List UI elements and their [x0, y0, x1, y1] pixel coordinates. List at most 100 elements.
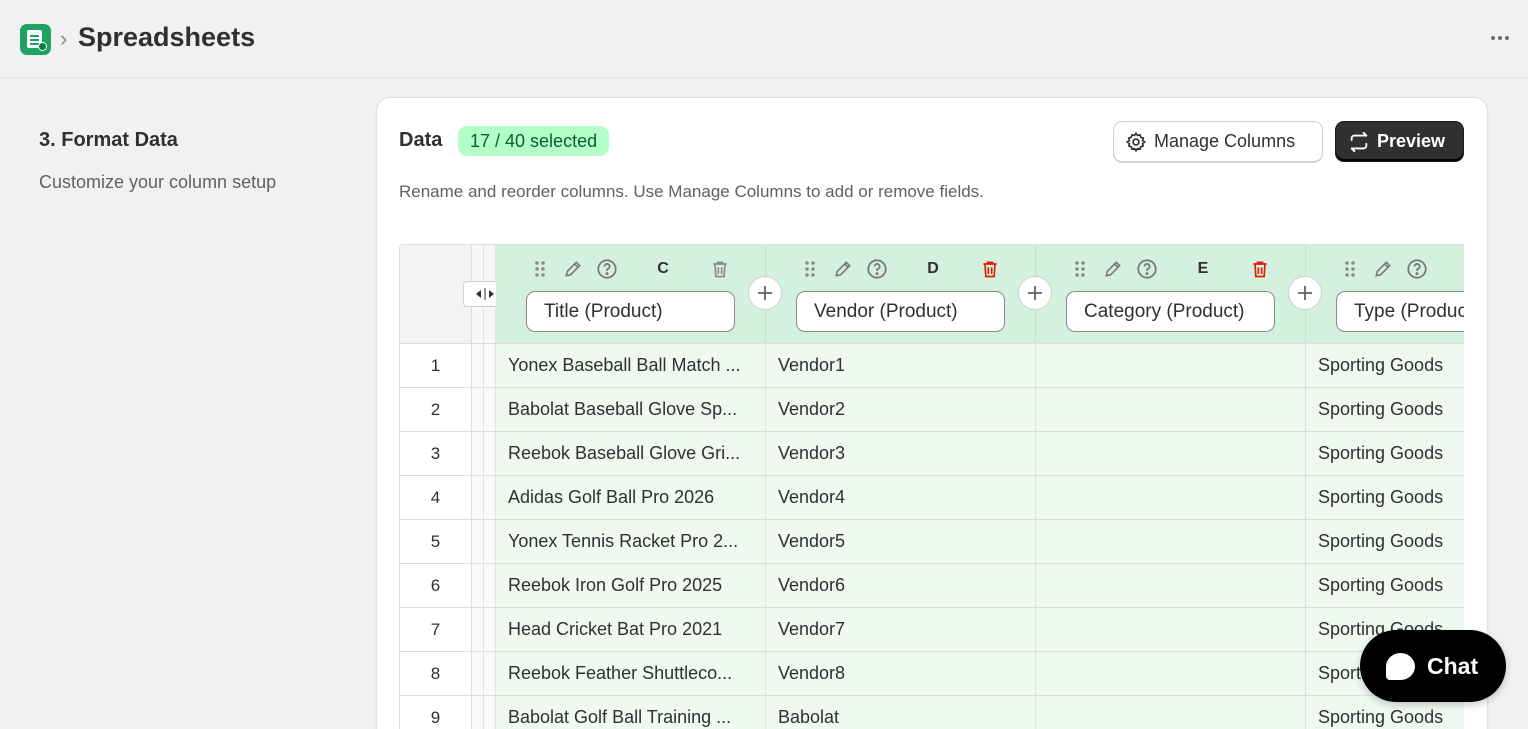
more-options-icon[interactable]	[1488, 26, 1512, 50]
spacer-cell	[484, 520, 496, 564]
spacer-cell	[484, 388, 496, 432]
spacer-cell	[472, 564, 484, 608]
drag-handle-icon[interactable]	[1338, 257, 1362, 281]
help-icon[interactable]	[1135, 257, 1159, 281]
plus-icon	[1298, 286, 1312, 300]
spacer-cell	[484, 344, 496, 388]
row-number: 3	[400, 432, 472, 476]
drag-handle-icon[interactable]	[1068, 257, 1092, 281]
spacer-cell	[472, 432, 484, 476]
table-cell: Vendor3	[766, 432, 1036, 476]
table-cell: Vendor4	[766, 476, 1036, 520]
row-number: 9	[400, 696, 472, 729]
column-header-e: E Category (Product)	[1036, 245, 1306, 343]
pencil-icon[interactable]	[1371, 257, 1395, 281]
column-header-c: C Title (Product)	[496, 245, 766, 343]
column-name-input[interactable]: Category (Product)	[1066, 291, 1275, 332]
selected-count-badge: 17 / 40 selected	[458, 126, 610, 156]
table-cell: Babolat	[766, 696, 1036, 729]
table-cell: Sporting Goods	[1306, 432, 1464, 476]
row-number-header	[400, 245, 472, 343]
help-icon[interactable]	[1405, 257, 1429, 281]
table-cell	[1036, 652, 1306, 696]
table-row: 1 Yonex Baseball Ball Match ... Vendor1 Spo…	[400, 343, 1464, 388]
row-number: 8	[400, 652, 472, 696]
chat-button[interactable]: Chat	[1360, 630, 1506, 702]
spreadsheet-app-icon[interactable]	[20, 24, 51, 55]
table-cell	[1036, 564, 1306, 608]
preview-button[interactable]: Preview	[1335, 121, 1464, 162]
table-cell	[1036, 344, 1306, 388]
add-column-button[interactable]	[1018, 276, 1052, 310]
table-row: 3 Reebok Baseball Glove Gri... Vendor3 Spor…	[400, 431, 1464, 476]
spacer-cell	[484, 564, 496, 608]
card-description: Rename and reorder columns. Use Manage C…	[399, 182, 984, 201]
spacer-cell	[472, 520, 484, 564]
table-cell: Vendor2	[766, 388, 1036, 432]
table-cell: Vendor1	[766, 344, 1036, 388]
grid-header-row: C Title (Product) D Vendor (Product) E C…	[400, 245, 1464, 729]
breadcrumb-separator: ›	[60, 26, 68, 51]
drag-handle-icon[interactable]	[528, 257, 552, 281]
table-cell: Vendor7	[766, 608, 1036, 652]
column-letter: C	[657, 260, 669, 277]
card-title: Data	[399, 129, 443, 151]
column-header-d: D Vendor (Product)	[766, 245, 1036, 343]
chat-bubble-icon	[1386, 652, 1415, 680]
spacer-cell	[472, 652, 484, 696]
manage-columns-label: Manage Columns	[1154, 131, 1296, 151]
pencil-icon[interactable]	[1101, 257, 1125, 281]
help-icon[interactable]	[595, 257, 619, 281]
table-cell: Head Cricket Bat Pro 2021	[496, 608, 766, 652]
column-name-input[interactable]: Vendor (Product)	[796, 291, 1005, 332]
gear-icon	[1125, 131, 1147, 152]
table-cell: Reebok Feather Shuttleco...	[496, 652, 766, 696]
table-cell: Sporting Goods	[1306, 520, 1464, 564]
table-row: 7 Head Cricket Bat Pro 2021 Vendor7 Sportin…	[400, 607, 1464, 652]
spacer-cell	[484, 696, 496, 729]
table-cell: Sporting Goods	[1306, 388, 1464, 432]
table-cell: Reebok Iron Golf Pro 2025	[496, 564, 766, 608]
page-title: Spreadsheets	[78, 22, 256, 52]
table-cell: Sporting Goods	[1306, 564, 1464, 608]
drag-handle-icon[interactable]	[798, 257, 822, 281]
plus-icon	[1028, 286, 1042, 300]
table-row: 9 Babolat Golf Ball Training ... Babolat Sp…	[400, 695, 1464, 729]
table-cell: Babolat Baseball Glove Sp...	[496, 388, 766, 432]
table-cell: Babolat Golf Ball Training ...	[496, 696, 766, 729]
trash-icon[interactable]	[978, 257, 1002, 281]
table-cell: Vendor8	[766, 652, 1036, 696]
table-cell	[1036, 608, 1306, 652]
expand-collapse-icon	[476, 288, 494, 300]
table-cell: Adidas Golf Ball Pro 2026	[496, 476, 766, 520]
top-bar: › Spreadsheets	[0, 0, 1528, 78]
column-name-input[interactable]: Title (Product)	[526, 291, 735, 332]
columns-grid: C Title (Product) D Vendor (Product) E C…	[399, 244, 1464, 729]
trash-icon[interactable]	[708, 257, 732, 281]
table-cell	[1036, 696, 1306, 729]
spacer-cell	[472, 344, 484, 388]
row-number: 5	[400, 520, 472, 564]
add-column-button[interactable]	[748, 276, 782, 310]
plus-icon	[758, 286, 772, 300]
row-number: 6	[400, 564, 472, 608]
column-name-input[interactable]: Type (Product)	[1336, 291, 1464, 332]
pencil-icon[interactable]	[561, 257, 585, 281]
table-cell	[1036, 476, 1306, 520]
row-number: 1	[400, 344, 472, 388]
column-letter: D	[927, 260, 939, 277]
step-title: 3. Format Data	[39, 129, 178, 151]
refresh-arrows-icon	[1350, 131, 1368, 152]
trash-icon[interactable]	[1248, 257, 1272, 281]
table-row: 5 Yonex Tennis Racket Pro 2... Vendor5 Spor…	[400, 519, 1464, 564]
table-cell	[1036, 520, 1306, 564]
row-number: 4	[400, 476, 472, 520]
table-cell: Vendor5	[766, 520, 1036, 564]
pencil-icon[interactable]	[831, 257, 855, 281]
add-column-button[interactable]	[1288, 276, 1322, 310]
spacer-cell	[484, 652, 496, 696]
table-cell: Sporting Goods	[1306, 344, 1464, 388]
manage-columns-button[interactable]: Manage Columns	[1113, 121, 1323, 162]
help-icon[interactable]	[865, 257, 889, 281]
table-cell: Sporting Goods	[1306, 476, 1464, 520]
